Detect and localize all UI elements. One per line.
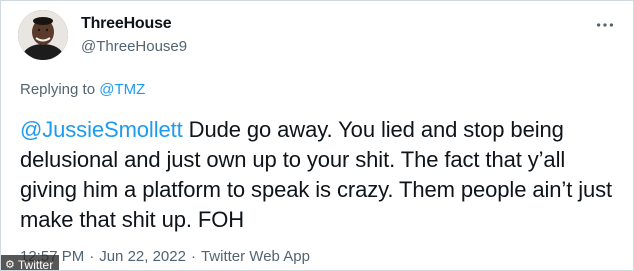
image-credit: ⚙ Twitter: [1, 255, 60, 271]
meta-separator: ·: [89, 248, 95, 265]
author-handle[interactable]: @ThreeHouse9: [81, 38, 187, 55]
gear-icon: ⚙: [5, 259, 15, 271]
replying-to-label: Replying to: [20, 81, 100, 98]
image-credit-label: Twitter: [17, 257, 54, 271]
meta-separator: ·: [190, 248, 196, 265]
tweet-source[interactable]: Twitter Web App: [201, 248, 310, 265]
profile-photo-icon: [18, 10, 68, 60]
reply-mention-link[interactable]: @TMZ: [99, 81, 145, 98]
tweet-date[interactable]: Jun 22, 2022: [99, 248, 186, 265]
author-display-name[interactable]: ThreeHouse: [81, 15, 172, 33]
more-options-button[interactable]: [591, 13, 619, 37]
more-dots-icon: [596, 23, 614, 27]
tweet-card: ThreeHouse @ThreeHouse9 Replying to @TMZ…: [0, 0, 634, 271]
replying-to: Replying to @TMZ: [20, 81, 145, 98]
author-avatar[interactable]: [18, 10, 68, 60]
tweet-mention-link[interactable]: @JussieSmollett: [20, 117, 183, 142]
tweet-meta: 12:57 PM·Jun 22, 2022·Twitter Web App: [20, 248, 310, 265]
tweet-text: @JussieSmollett Dude go away. You lied a…: [20, 115, 620, 235]
